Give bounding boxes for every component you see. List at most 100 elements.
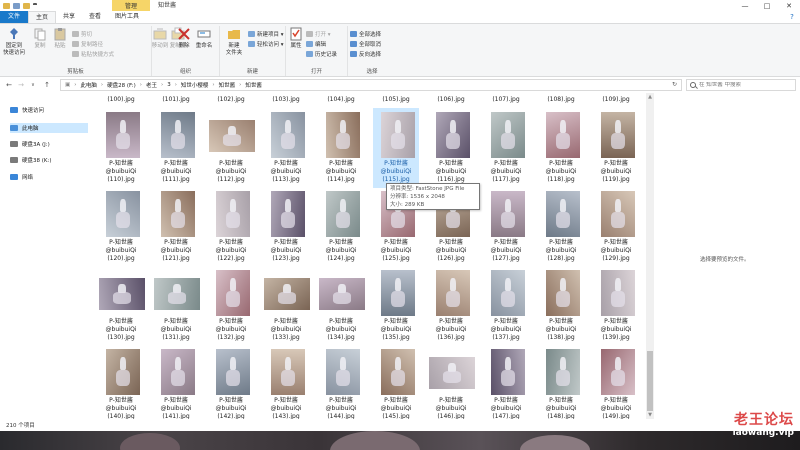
new-item-button[interactable]: 新建项目 ▾ [248,29,284,38]
edit-button[interactable]: 编辑 [306,39,326,48]
file-item[interactable]: P-知世酱 @buibuiQi (128).jpg [534,189,588,269]
cut-button[interactable]: 剪切 [72,29,92,38]
file-item[interactable]: P-知世酱 @buibuiQi (137).jpg [479,268,533,348]
file-item[interactable]: P-知世酱 @buibuiQi (111).jpg [149,110,203,190]
file-item[interactable]: P-知世酱 @buibuiQi (139).jpg [589,268,643,348]
invert-selection-button[interactable]: 反向选择 [350,49,381,58]
open-button[interactable]: 打开 ▾ [306,29,331,38]
file-item[interactable]: P-知世酱 @buibuiQi (114).jpg [314,110,368,190]
file-item[interactable]: P-知世酱 @buibuiQi (116).jpg [424,110,478,190]
recent-dropdown[interactable]: ∨ [28,80,38,90]
close-button[interactable]: ✕ [778,0,800,11]
breadcrumb-zhishijiang-1[interactable]: 知世酱 [219,81,236,89]
file-item[interactable]: P-知世酱 @buibuiQi (110).jpg [94,110,148,190]
file-item[interactable]: P-知世酱 @buibuiQi (115).jpg [369,108,423,190]
breadcrumb-zhishi-sakura[interactable]: 知世小樱樱 [181,81,209,89]
file-item[interactable]: P-知世酱 @buibuiQi (136).jpg [424,268,478,348]
file-caption-partial[interactable]: (109).jpg [589,96,643,103]
help-icon[interactable]: ? [784,11,800,23]
easy-access-button[interactable]: 轻松访问 ▾ [248,39,284,48]
tab-picture-tools[interactable]: 图片工具 [108,11,146,23]
scroll-down-arrow[interactable]: ▼ [646,411,654,419]
vertical-scrollbar[interactable]: ▲ ▼ [646,93,654,419]
refresh-button[interactable]: ↻ [672,81,677,88]
breadcrumb-3[interactable]: 3 [167,82,171,88]
select-none-button[interactable]: 全部取消 [350,39,381,48]
breadcrumb-laowang[interactable]: 老王 [146,81,157,89]
file-item[interactable]: P-知世酱 @buibuiQi (142).jpg [204,347,258,419]
paste-shortcut-button[interactable]: 粘贴快捷方式 [72,49,114,58]
file-item[interactable]: P-知世酱 @buibuiQi (138).jpg [534,268,588,348]
file-item[interactable]: P-知世酱 @buibuiQi (133).jpg [259,268,313,348]
paste-button[interactable]: 粘贴 [48,27,72,63]
pin-quick-access-button[interactable]: 固定到 快速访问 [2,27,26,63]
file-item[interactable]: P-知世酱 @buibuiQi (148).jpg [534,347,588,419]
tab-view[interactable]: 查看 [82,11,108,23]
back-button[interactable]: ← [4,80,14,90]
breadcrumb-drive-f[interactable]: 硬盘28 (F:) [107,81,136,89]
file-item[interactable]: P-知世酱 @buibuiQi (118).jpg [534,110,588,190]
file-item[interactable]: P-知世酱 @buibuiQi (146).jpg [424,347,478,419]
file-item[interactable]: P-知世酱 @buibuiQi (129).jpg [589,189,643,269]
nav-drive-k[interactable]: 硬盘38 (K:) [10,155,88,165]
nav-network[interactable]: 网络 [10,172,88,182]
file-caption-partial[interactable]: (106).jpg [424,96,478,103]
minimize-button[interactable]: — [734,0,756,11]
search-box[interactable] [686,79,796,91]
file-item[interactable]: P-知世酱 @buibuiQi (134).jpg [314,268,368,348]
new-folder-icon[interactable] [23,2,30,9]
file-item[interactable]: P-知世酱 @buibuiQi (149).jpg [589,347,643,419]
file-item[interactable]: P-知世酱 @buibuiQi (124).jpg [314,189,368,269]
file-caption-partial[interactable]: (102).jpg [204,96,258,103]
file-item[interactable]: P-知世酱 @buibuiQi (141).jpg [149,347,203,419]
file-item[interactable]: P-知世酱 @buibuiQi (140).jpg [94,347,148,419]
rename-button[interactable]: 重命名 [192,27,216,63]
file-caption-partial[interactable]: (100).jpg [94,96,148,103]
tab-share[interactable]: 共享 [56,11,82,23]
file-caption-partial[interactable]: (104).jpg [314,96,368,103]
up-button[interactable]: ↑ [42,80,52,90]
file-item[interactable]: P-知世酱 @buibuiQi (122).jpg [204,189,258,269]
new-folder-button[interactable]: 新建 文件夹 [222,27,246,63]
file-caption-partial[interactable]: (103).jpg [259,96,313,103]
forward-button[interactable]: → [16,80,26,90]
chevron-down-icon[interactable] [33,2,37,9]
properties-icon[interactable] [13,2,20,9]
nav-quick-access[interactable]: 快速访问 [10,105,88,115]
scroll-up-arrow[interactable]: ▲ [646,93,654,101]
file-item[interactable]: P-知世酱 @buibuiQi (147).jpg [479,347,533,419]
nav-this-pc[interactable]: 此电脑 [10,123,88,133]
scrollbar-thumb[interactable] [647,351,653,411]
context-tab-manage[interactable]: 管理 [112,0,150,11]
file-item[interactable]: P-知世酱 @buibuiQi (113).jpg [259,110,313,190]
file-caption-partial[interactable]: (107).jpg [479,96,533,103]
file-item[interactable]: P-知世酱 @buibuiQi (131).jpg [149,268,203,348]
file-caption-partial[interactable]: (105).jpg [369,96,423,103]
file-item[interactable]: P-知世酱 @buibuiQi (145).jpg [369,347,423,419]
nav-drive-j[interactable]: 硬盘3A (J:) [10,139,88,149]
properties-button[interactable]: 属性 [284,27,308,63]
tab-file[interactable]: 文件 [0,11,28,23]
file-item[interactable]: P-知世酱 @buibuiQi (132).jpg [204,268,258,348]
file-item[interactable]: P-知世酱 @buibuiQi (121).jpg [149,189,203,269]
address-field[interactable]: ▣ › 此电脑 › 硬盘28 (F:) › 老王 › 3 › 知世小樱樱 › 知世酱 › 知世… [60,79,682,91]
file-caption-partial[interactable]: (101).jpg [149,96,203,103]
search-input[interactable] [699,82,791,88]
breadcrumb-zhishijiang-2[interactable]: 知世酱 [245,81,262,89]
file-item[interactable]: P-知世酱 @buibuiQi (127).jpg [479,189,533,269]
file-item[interactable]: P-知世酱 @buibuiQi (130).jpg [94,268,148,348]
file-item[interactable]: P-知世酱 @buibuiQi (143).jpg [259,347,313,419]
file-caption-partial[interactable]: (108).jpg [534,96,588,103]
maximize-button[interactable]: □ [756,0,778,11]
history-button[interactable]: 历史记录 [306,49,337,58]
select-all-button[interactable]: 全部选择 [350,29,381,38]
file-item[interactable]: P-知世酱 @buibuiQi (117).jpg [479,110,533,190]
file-item[interactable]: P-知世酱 @buibuiQi (135).jpg [369,268,423,348]
file-item[interactable]: P-知世酱 @buibuiQi (123).jpg [259,189,313,269]
file-item[interactable]: P-知世酱 @buibuiQi (144).jpg [314,347,368,419]
file-item[interactable]: P-知世酱 @buibuiQi (112).jpg [204,110,258,190]
file-item[interactable]: P-知世酱 @buibuiQi (119).jpg [589,110,643,190]
breadcrumb-this-pc[interactable]: 此电脑 [80,81,97,89]
copy-path-button[interactable]: 复制路径 [72,39,103,48]
tab-home[interactable]: 主页 [28,11,57,23]
